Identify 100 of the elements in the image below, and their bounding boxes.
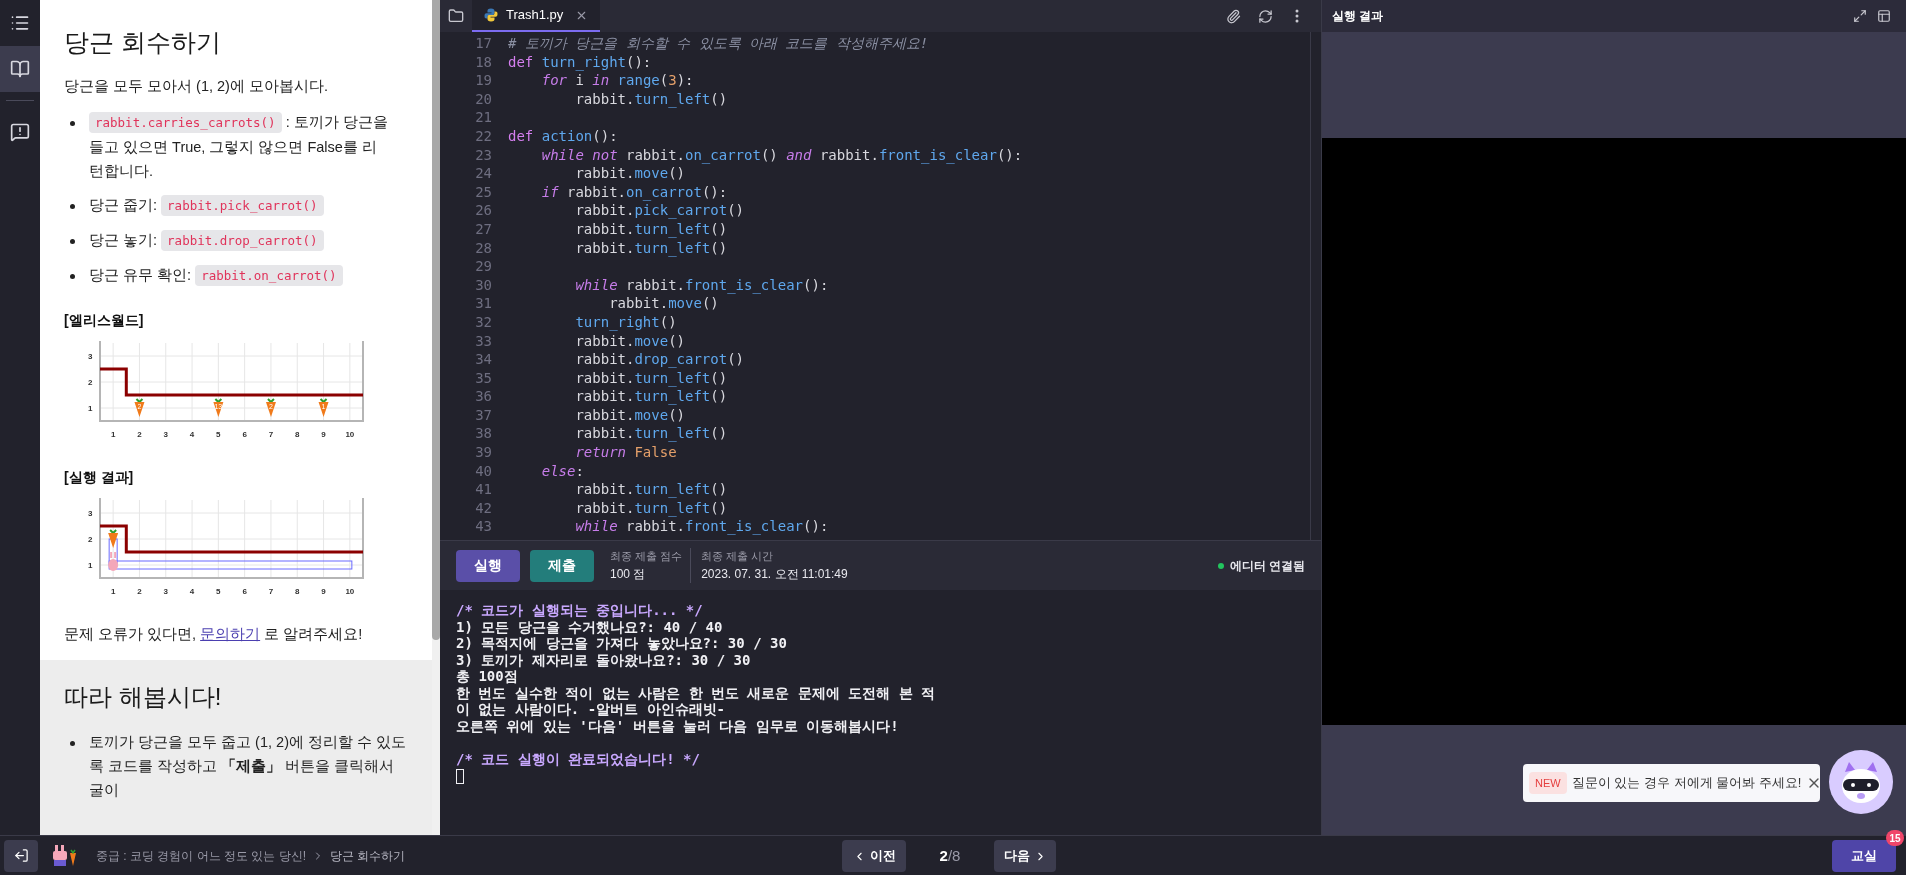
- code-line: while not rabbit.on_carrot() and rabbit.front_is_clear():: [540, 145, 1023, 165]
- line-number: 41: [474, 480, 492, 499]
- code-line: rabbit.turn_left(): [574, 89, 728, 109]
- code-line: rabbit.turn_left(): [574, 238, 728, 258]
- line-number: 18: [474, 52, 492, 72]
- line-number: 25: [474, 182, 492, 202]
- code-line: rabbit.turn_left(): [574, 387, 728, 406]
- score-value: 100 점: [610, 565, 647, 583]
- code-snippet: rabbit.drop_carrot(): [161, 229, 324, 251]
- code-line: else:: [540, 461, 584, 481]
- line-number: 35: [474, 368, 492, 388]
- tab-label: Trash1.py: [506, 6, 564, 25]
- bullet-text: rabbit.carries_carrots() : 토끼가 당근을 들고 있으면 True, 그렇지 않으면 False를 리턴합니다.: [89, 110, 389, 181]
- previous-button[interactable]: 이전: [842, 840, 906, 872]
- line-number: 36: [474, 387, 492, 406]
- console-line: 오른쪽 위에 있는 '다음' 버튼을 눌러 다음 임무로 이동해봅시다!: [456, 717, 899, 734]
- code-line: while rabbit.front_is_clear():: [574, 275, 829, 295]
- code-line: def turn_right():: [508, 52, 652, 72]
- line-number: 30: [474, 275, 492, 295]
- line-number: 42: [474, 498, 492, 518]
- console-comment: /* 코드가 실행되는 중입니다... */: [456, 602, 703, 619]
- exit-button[interactable]: [4, 839, 38, 872]
- line-number: 26: [474, 201, 492, 220]
- code-line: rabbit.move(): [608, 294, 719, 313]
- console-line: 2) 목적지에 당근을 가져다 놓았나요?: 30 / 30: [456, 635, 787, 652]
- line-number: 40: [474, 461, 492, 481]
- code-snippet: rabbit.pick_carrot(): [161, 194, 324, 216]
- layout-icon: [1877, 9, 1891, 23]
- lesson-title: 당근 회수하기: [64, 27, 221, 58]
- scrollbar[interactable]: [432, 0, 440, 835]
- inquiry-link[interactable]: 문의하기: [200, 625, 261, 642]
- next-button[interactable]: 다음: [994, 840, 1056, 872]
- time-label: 최종 제출 시간: [701, 549, 775, 565]
- line-number: 43: [474, 517, 492, 537]
- rabbit-mascot-icon: [52, 844, 78, 867]
- code-line: # 토끼가 당근을 회수할 수 있도록 아래 코드를 작성해주세요!: [508, 34, 929, 53]
- book-icon: [10, 59, 30, 79]
- console-comment: /* 코드 실행이 완료되었습니다! */: [456, 750, 700, 767]
- text-cursor: [456, 769, 464, 784]
- code-line: while rabbit.front_is_clear():: [574, 517, 829, 537]
- code-snippet: rabbit.carries_carrots(): [89, 111, 282, 133]
- console-line: 1) 모든 당근을 수거했나요?: 40 / 40: [456, 618, 723, 635]
- breadcrumb-item[interactable]: 중급 : 코딩 경험이 어느 정도 있는 당신!: [96, 846, 306, 865]
- line-number: 19: [474, 71, 492, 90]
- line-number: 27: [474, 219, 492, 239]
- panel-title: 실행 결과: [1332, 8, 1384, 25]
- expand-icon: [1853, 9, 1867, 23]
- code-line: rabbit.move(): [574, 331, 685, 351]
- folder-icon: [448, 8, 464, 24]
- code-line: rabbit.turn_left(): [574, 498, 728, 518]
- line-number: 24: [474, 164, 492, 183]
- code-line: rabbit.turn_left(): [574, 424, 728, 444]
- chat-prompt: 질문이 있는 경우 저에게 물어봐 주세요!: [1571, 774, 1802, 793]
- line-number: 20: [474, 89, 492, 109]
- notification-badge: 15: [1886, 830, 1904, 846]
- code-line: return False: [574, 443, 677, 462]
- line-number: 21: [474, 108, 492, 127]
- chat-alert-icon: [10, 122, 30, 142]
- code-line: rabbit.pick_carrot(): [574, 201, 744, 220]
- run-button[interactable]: 실행: [456, 549, 520, 582]
- help-text: 문제 오류가 있다면, 문의하기 로 알려주세요!: [64, 624, 363, 644]
- code-line: for i in range(3):: [540, 71, 694, 90]
- console-line: 이 없는 사람이다. -알버트 아인슈래빗-: [456, 701, 725, 718]
- file-tab[interactable]: Trash1.py: [472, 0, 601, 32]
- line-number: 22: [474, 126, 492, 146]
- submit-button[interactable]: 제출: [530, 549, 594, 582]
- line-number: 32: [474, 312, 492, 332]
- line-number: 17: [474, 34, 492, 53]
- more-icon: [1295, 9, 1299, 23]
- line-number: 29: [474, 257, 492, 276]
- line-number: 39: [474, 443, 492, 462]
- mascot-avatar[interactable]: [1829, 750, 1893, 814]
- code-snippet: rabbit.on_carrot(): [195, 264, 343, 286]
- grid-world-drawing: 3 2 1 1 2 3 4 5 6 7 8 9 10: [80, 497, 370, 598]
- paperclip-icon: [1225, 8, 1241, 24]
- figure-caption: [실행 결과]: [64, 467, 134, 487]
- section-title: 따라 해봅시다!: [64, 681, 222, 712]
- bullet-text: 토끼가 당근을 모두 줍고 (1, 2)에 정리할 수 있도록 코드를 작성하고 「제출」 버튼을 클릭해서 굴이: [89, 732, 408, 800]
- book-button[interactable]: [0, 46, 40, 92]
- line-number: 28: [474, 238, 492, 258]
- code-line: if rabbit.on_carrot():: [540, 182, 728, 202]
- bullet-text: 당근 줍기: rabbit.pick_carrot(): [89, 192, 344, 218]
- line-number: 38: [474, 424, 492, 444]
- code-line: turn_right(): [574, 312, 677, 332]
- breadcrumb-item: 당근 회수하기: [330, 847, 406, 865]
- console-line: 3) 토끼가 제자리로 돌아왔나요?: 30 / 30: [456, 651, 751, 668]
- figure-caption: [엘리스월드]: [64, 310, 144, 330]
- code-line: rabbit.drop_carrot(): [574, 350, 744, 369]
- exit-icon: [13, 848, 29, 863]
- page-indicator: 2/8: [939, 845, 961, 866]
- code-line: rabbit.turn_left(): [574, 480, 728, 499]
- new-badge: NEW: [1529, 771, 1567, 795]
- code-line: rabbit.move(): [574, 164, 685, 183]
- console-line: 한 번도 실수한 적이 없는 사람은 한 번도 새로운 문제에 도전해 본 적: [456, 684, 936, 701]
- line-number: 37: [474, 405, 492, 425]
- line-number: 31: [474, 294, 492, 313]
- connection-status: 에디터 연결됨: [1229, 557, 1305, 575]
- time-value: 2023. 07. 31. 오전 11:01:49: [701, 565, 848, 583]
- file-type-icon: [484, 8, 498, 22]
- line-number: 33: [474, 331, 492, 351]
